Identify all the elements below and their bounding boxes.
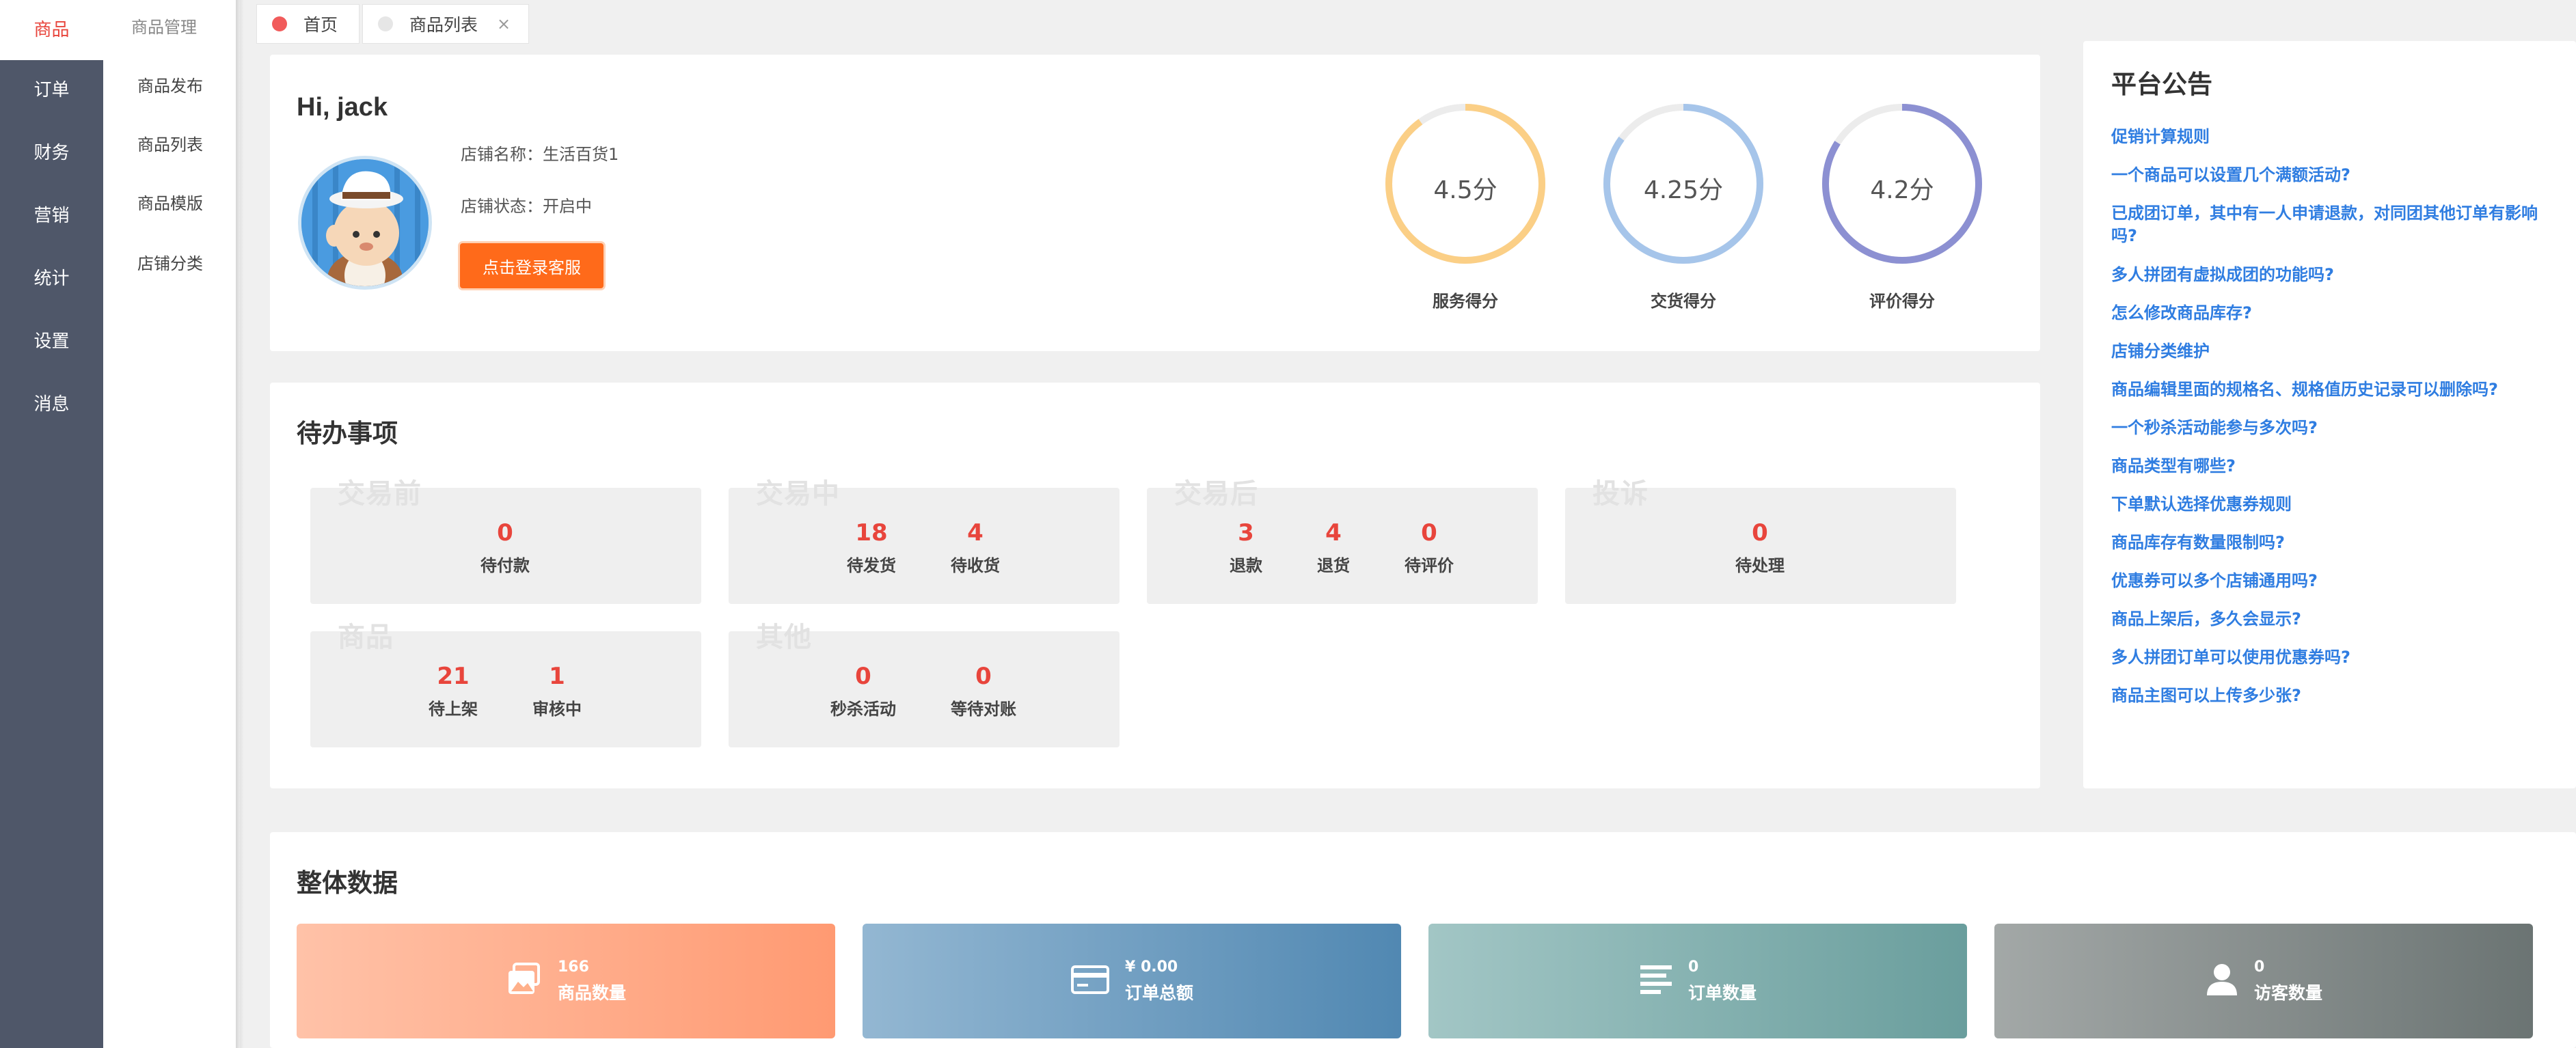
tab-goods-list[interactable]: 商品列表 × [362,4,529,44]
sidebar-item-marketing[interactable]: 营销 [0,186,103,246]
avatar-illustration [301,159,429,286]
sidebar-item-finance[interactable]: 财务 [0,123,103,183]
sub-navigation: 商品管理 商品发布 商品列表 商品模版 店铺分类 [103,0,240,1048]
todo-item-in-review[interactable]: 1 审核中 [506,663,608,719]
todo-group-label: 交易后 [1174,478,1258,510]
notice-link[interactable]: 已成团订单，其中有一人申请退款，对同团其他订单有影响吗? [2111,202,2549,247]
subnav-divider-shadow [236,0,244,1048]
score-value: 4.2分 [1870,176,1934,204]
score-value: 4.5分 [1433,176,1497,204]
subnav-item-template[interactable]: 商品模版 [103,190,237,214]
notice-title: 平台公告 [2111,70,2212,99]
login-support-button[interactable]: 点击登录客服 [460,243,604,288]
notice-link[interactable]: 多人拼团有虚拟成团的功能吗? [2111,264,2549,286]
score-ring-review: 4.2分 [1820,102,1984,266]
subnav-title: 商品管理 [131,18,197,37]
stat-card-order-count[interactable]: 0 订单数量 [1428,924,1967,1038]
images-icon [506,961,543,1001]
stat-value: 0 [2253,958,2265,976]
shop-name: 店铺名称：生活百货1 [461,145,619,164]
todo-group-label: 投诉 [1592,478,1649,510]
notice-link[interactable]: 怎么修改商品库存? [2111,302,2549,325]
notice-link[interactable]: 商品编辑里面的规格名、规格值历史记录可以删除吗? [2111,378,2549,401]
score-ring-service: 4.5分 [1383,102,1547,266]
stat-label: 访客数量 [2253,982,2322,1003]
subnav-item-list[interactable]: 商品列表 [103,131,237,155]
notice-link[interactable]: 商品上架后，多久会显示? [2111,608,2549,631]
tab-label: 商品列表 [409,15,478,35]
subnav-item-publish[interactable]: 商品发布 [103,72,237,96]
tab-home[interactable]: 首页 [256,4,360,44]
todo-group-label: 交易中 [756,478,840,510]
todo-item-flash-sale[interactable]: 0 秒杀活动 [812,663,914,719]
subnav-item-category[interactable]: 店铺分类 [103,250,237,274]
score-value: 4.25分 [1643,176,1724,204]
sidebar-item-messages[interactable]: 消息 [0,374,103,435]
todo-item-reconcile[interactable]: 0 等待对账 [932,663,1035,719]
tab-status-dot [378,16,393,31]
stat-label: 订单总额 [1124,982,1193,1003]
notice-link[interactable]: 多人拼团订单可以使用优惠券吗? [2111,646,2549,669]
stat-label: 订单数量 [1687,982,1757,1003]
todo-group-label: 其他 [756,622,812,653]
tab-status-dot [272,16,287,31]
close-icon[interactable]: × [497,14,511,33]
sidebar-item-settings[interactable]: 设置 [0,312,103,372]
score-label-review: 评价得分 [1869,292,1935,311]
notice-link[interactable]: 商品库存有数量限制吗? [2111,532,2549,554]
score-ring-delivery: 4.25分 [1601,102,1765,266]
todo-item-return[interactable]: 4 退货 [1282,519,1385,576]
credit-card-icon [1070,965,1110,997]
notice-link[interactable]: 商品主图可以上传多少张? [2111,685,2549,707]
todo-group-label: 交易前 [338,478,422,510]
list-icon [1639,964,1673,998]
todo-title: 待办事项 [297,419,398,448]
sidebar-item-statistics[interactable]: 统计 [0,249,103,309]
notice-link[interactable]: 下单默认选择优惠券规则 [2111,493,2549,516]
notice-link[interactable]: 一个秒杀活动能参与多次吗? [2111,417,2549,439]
todo-item-to-shelve[interactable]: 21 待上架 [402,663,504,719]
todo-item-unpaid[interactable]: 0 待付款 [454,519,556,576]
notice-link[interactable]: 促销计算规则 [2111,126,2549,148]
sidebar-item-orders[interactable]: 订单 [0,60,103,120]
greeting: Hi, jack [297,93,388,122]
stat-card-order-total[interactable]: ¥ 0.00 订单总额 [863,924,1401,1038]
overview-title: 整体数据 [297,868,398,898]
todo-item-to-review[interactable]: 0 待评价 [1378,519,1480,576]
stat-card-goods[interactable]: 166 商品数量 [297,924,835,1038]
todo-group-label: 商品 [338,622,394,653]
stat-value: 0 [1687,958,1699,976]
todo-item-to-receive[interactable]: 4 待收货 [924,519,1027,576]
user-icon [2205,963,2239,999]
shop-status: 店铺状态：开启中 [461,197,592,216]
notice-link[interactable]: 优惠券可以多个店铺通用吗? [2111,570,2549,592]
main-sidebar: 商品 订单 财务 营销 统计 设置 消息 [0,0,103,1048]
stat-value: ¥ 0.00 [1124,958,1178,976]
stat-label: 商品数量 [557,982,626,1003]
notice-link[interactable]: 店铺分类维护 [2111,340,2549,363]
avatar [298,156,432,290]
notice-link[interactable]: 商品类型有哪些? [2111,455,2549,478]
todo-item-to-process[interactable]: 0 待处理 [1709,519,1811,576]
score-label-delivery: 交货得分 [1651,292,1716,311]
tab-label: 首页 [303,15,338,35]
notice-link[interactable]: 一个商品可以设置几个满额活动? [2111,164,2549,187]
score-label-service: 服务得分 [1433,292,1498,311]
sidebar-item-goods[interactable]: 商品 [0,0,103,60]
stat-value: 166 [557,958,589,976]
todo-item-to-ship[interactable]: 18 待发货 [820,519,923,576]
stat-card-visitors[interactable]: 0 访客数量 [1994,924,2533,1038]
notice-card [2083,41,2576,788]
